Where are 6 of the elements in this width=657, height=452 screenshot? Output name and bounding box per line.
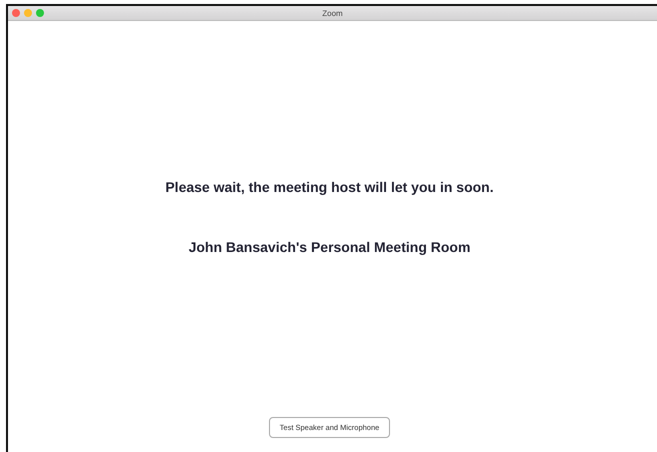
- waiting-message: Please wait, the meeting host will let you in soon.: [165, 179, 494, 195]
- window-title: Zoom: [322, 8, 343, 18]
- minimize-icon[interactable]: [24, 9, 32, 17]
- zoom-icon[interactable]: [36, 9, 44, 17]
- meeting-room-name: John Bansavich's Personal Meeting Room: [188, 239, 470, 255]
- close-icon[interactable]: [12, 9, 20, 17]
